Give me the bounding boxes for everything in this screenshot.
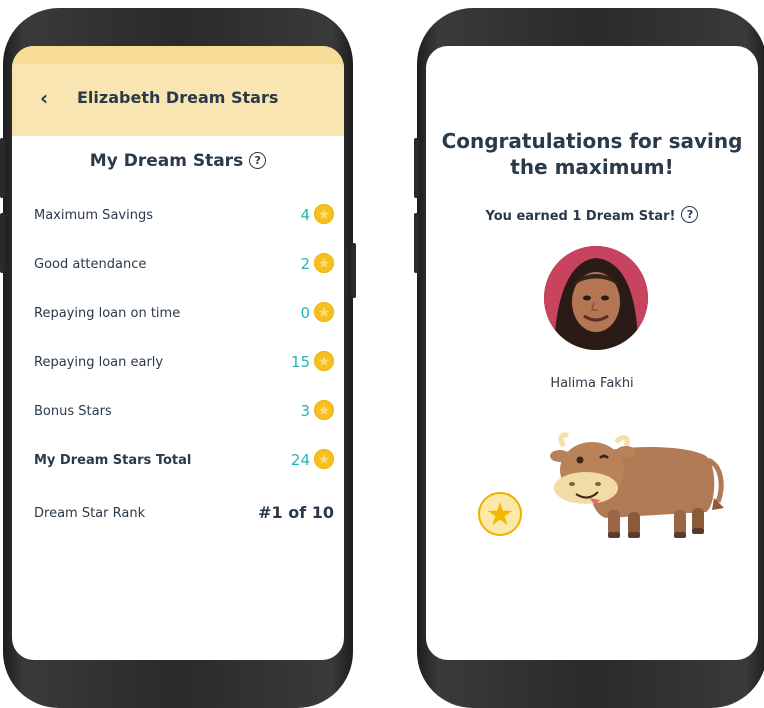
row-value: 3 <box>300 402 310 420</box>
member-avatar <box>544 246 648 350</box>
row-value: 0 <box>300 304 310 322</box>
star-icon: ★ <box>314 351 334 371</box>
row-label: Repaying loan on time <box>34 306 181 321</box>
dream-stars-screen: ‹ Elizabeth Dream Stars My Dream Stars? … <box>12 46 344 660</box>
stars-row-good-attendance: Good attendance 2 ★ <box>34 253 334 277</box>
dream-star-icon: ★ <box>478 492 522 536</box>
stars-row-total: My Dream Stars Total 24 ★ <box>34 449 334 473</box>
star-icon: ★ <box>314 302 334 322</box>
cow-illustration <box>550 432 724 538</box>
chevron-left-icon[interactable]: ‹ <box>40 86 48 110</box>
star-icon: ★ <box>314 204 334 224</box>
earned-text: You earned 1 Dream Star! <box>485 209 676 224</box>
help-icon[interactable]: ? <box>249 152 267 169</box>
stars-row-repaying-on-time: Repaying loan on time 0 ★ <box>34 302 334 326</box>
volume-button <box>414 213 419 273</box>
avatar-illustration <box>544 246 648 350</box>
headline-line-2: the maximum! <box>510 155 674 179</box>
volume-button <box>0 138 5 198</box>
section-title: My Dream Stars? <box>12 151 344 171</box>
stars-row-bonus: Bonus Stars 3 ★ <box>34 400 334 424</box>
stars-row-maximum-savings: Maximum Savings 4 ★ <box>34 204 334 228</box>
status-strip <box>12 46 344 64</box>
star-icon: ★ <box>314 400 334 420</box>
volume-button <box>0 213 5 273</box>
help-icon[interactable]: ? <box>681 206 699 223</box>
app-header: ‹ Elizabeth Dream Stars <box>12 46 344 136</box>
row-value: 4 <box>300 206 310 224</box>
power-button <box>351 243 356 298</box>
rank-label: Dream Star Rank <box>34 506 146 521</box>
earned-message: You earned 1 Dream Star!? <box>426 206 758 224</box>
phone-right: Congratulations for saving the maximum! … <box>414 8 764 708</box>
stars-row-repaying-early: Repaying loan early 15 ★ <box>34 351 334 375</box>
total-value: 24 <box>290 451 310 469</box>
rank-row: Dream Star Rank #1 of 10 <box>34 502 334 526</box>
rank-value: #1 of 10 <box>258 503 334 522</box>
row-label: Good attendance <box>34 257 147 272</box>
phone-left: ‹ Elizabeth Dream Stars My Dream Stars? … <box>0 8 356 708</box>
member-name: Halima Fakhi <box>550 376 634 391</box>
section-title-text: My Dream Stars <box>89 151 244 171</box>
row-value: 15 <box>290 353 310 371</box>
row-label: Bonus Stars <box>34 404 112 419</box>
headline-line-1: Congratulations for saving <box>441 129 743 153</box>
row-value: 2 <box>300 255 310 273</box>
total-label: My Dream Stars Total <box>34 453 192 468</box>
row-label: Repaying loan early <box>34 355 164 370</box>
page-title: Elizabeth Dream Stars <box>77 88 279 107</box>
star-icon: ★ <box>314 253 334 273</box>
star-icon: ★ <box>314 449 334 469</box>
congratulations-screen: Congratulations for saving the maximum! … <box>426 46 758 660</box>
volume-button <box>414 138 419 198</box>
congrats-headline: Congratulations for saving the maximum! <box>426 128 758 180</box>
row-label: Maximum Savings <box>34 208 153 223</box>
